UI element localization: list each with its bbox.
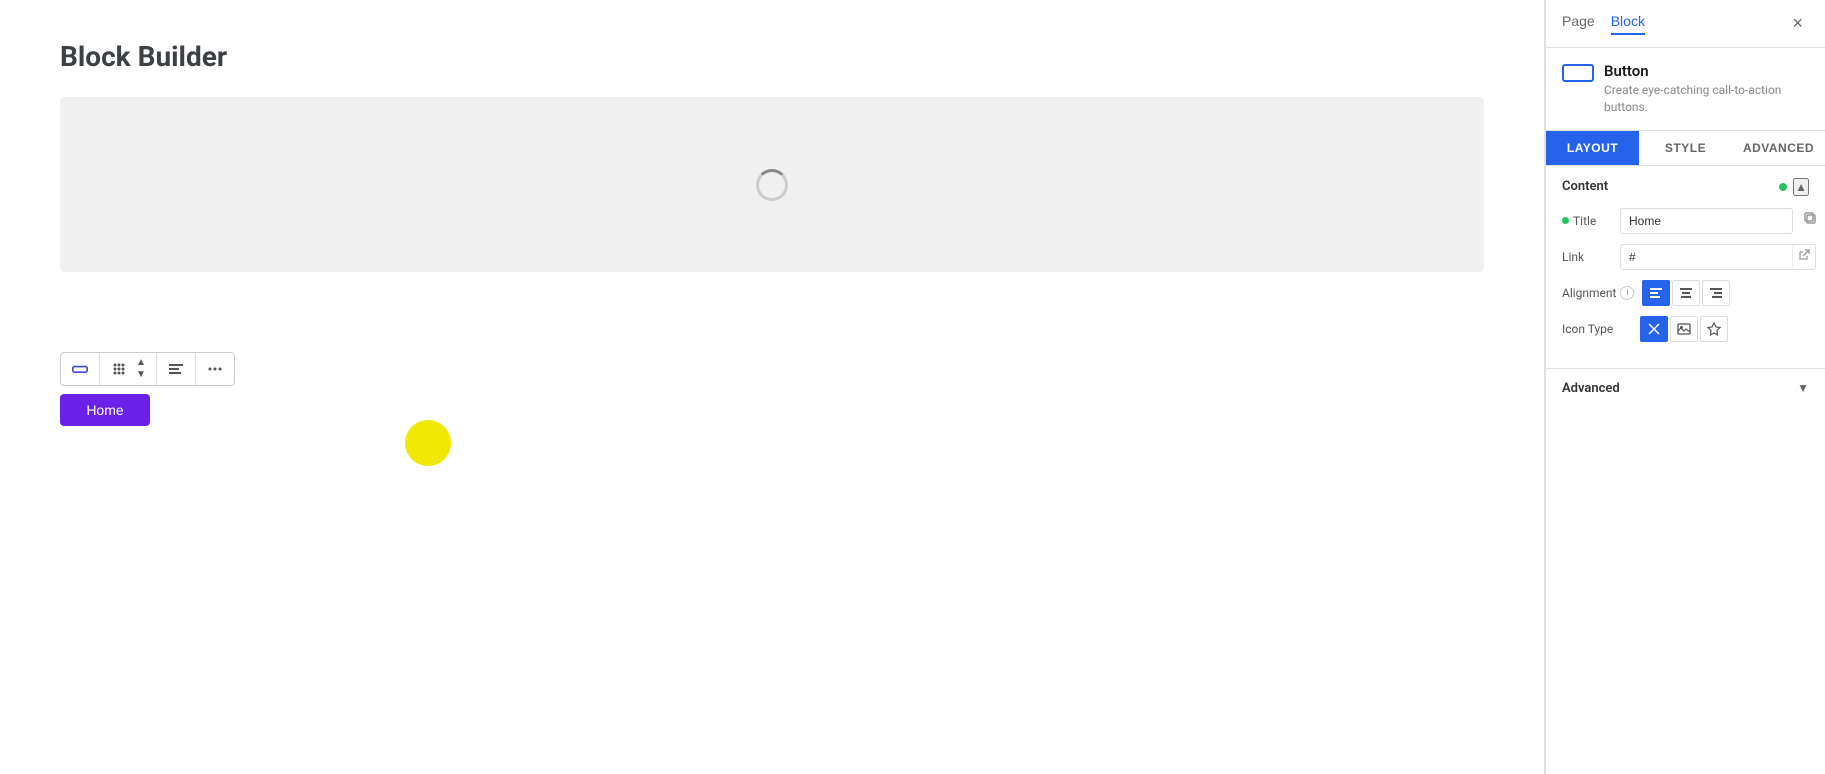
tab-block[interactable]: Block bbox=[1611, 13, 1645, 35]
more-icon bbox=[207, 361, 223, 377]
align-left-icon bbox=[1649, 286, 1663, 300]
copy-icon bbox=[1804, 212, 1818, 226]
align-left-button[interactable] bbox=[1642, 280, 1670, 306]
tab-layout[interactable]: LAYOUT bbox=[1546, 131, 1639, 165]
cursor-indicator bbox=[405, 420, 451, 466]
grid-button[interactable] bbox=[106, 357, 132, 381]
chevron-down-icon: ▼ bbox=[1797, 381, 1809, 395]
canvas-preview bbox=[60, 97, 1484, 272]
content-status-dot bbox=[1779, 183, 1787, 191]
right-panel: Page Block × Button Create eye-catching … bbox=[1545, 0, 1825, 774]
title-dot bbox=[1562, 217, 1569, 224]
settings-content: Content ▲ Title Link bbox=[1546, 166, 1825, 364]
icon-type-none-button[interactable] bbox=[1640, 316, 1668, 342]
icon-type-buttons bbox=[1640, 316, 1728, 342]
align-center-icon bbox=[1679, 286, 1693, 300]
move-down-button[interactable]: ▼ bbox=[132, 369, 150, 381]
block-type-icon bbox=[1562, 64, 1594, 82]
panel-header: Page Block × bbox=[1546, 0, 1825, 48]
button-icon bbox=[72, 361, 88, 377]
block-type-button[interactable] bbox=[67, 357, 93, 381]
close-panel-button[interactable]: × bbox=[1786, 11, 1809, 36]
external-link-icon bbox=[1798, 249, 1810, 261]
link-label: Link bbox=[1562, 250, 1612, 264]
block-toolbar: ▲ ▼ bbox=[60, 352, 235, 386]
title-copy-button[interactable] bbox=[1801, 209, 1821, 232]
block-info: Button Create eye-catching call-to-actio… bbox=[1546, 48, 1825, 131]
advanced-section: Advanced ▼ bbox=[1546, 368, 1825, 408]
tab-page[interactable]: Page bbox=[1562, 13, 1595, 35]
block-description: Create eye-catching call-to-action butto… bbox=[1604, 82, 1809, 116]
toolbar-group-align bbox=[157, 353, 196, 385]
toolbar-group-grid: ▲ ▼ bbox=[100, 353, 157, 385]
grid-icon bbox=[111, 361, 127, 377]
tab-advanced[interactable]: ADVANCED bbox=[1732, 131, 1825, 165]
title-label: Title bbox=[1562, 214, 1612, 228]
icon-type-image-button[interactable] bbox=[1670, 316, 1698, 342]
image-icon bbox=[1677, 322, 1691, 336]
section-indicators: ▲ bbox=[1779, 178, 1809, 196]
tab-style[interactable]: STYLE bbox=[1639, 131, 1732, 165]
align-right-button[interactable] bbox=[1702, 280, 1730, 306]
alignment-buttons bbox=[1642, 280, 1730, 306]
align-icon bbox=[168, 361, 184, 377]
icon-type-icon-button[interactable] bbox=[1700, 316, 1728, 342]
main-canvas: Block Builder bbox=[0, 0, 1544, 774]
block-info-text: Button Create eye-catching call-to-actio… bbox=[1604, 62, 1809, 116]
link-open-button[interactable] bbox=[1792, 246, 1815, 267]
loading-spinner bbox=[756, 169, 788, 201]
alignment-label: Alignment i bbox=[1562, 286, 1634, 300]
move-up-button[interactable]: ▲ bbox=[132, 357, 150, 369]
content-section-title: Content bbox=[1562, 179, 1608, 194]
link-input[interactable] bbox=[1621, 245, 1792, 269]
icon-type-label: Icon Type bbox=[1562, 322, 1632, 336]
link-field-row: Link bbox=[1562, 244, 1809, 270]
settings-tabs: LAYOUT STYLE ADVANCED bbox=[1546, 131, 1825, 166]
alignment-row: Alignment i bbox=[1562, 280, 1809, 306]
toolbar-group-type bbox=[61, 353, 100, 385]
align-right-icon bbox=[1709, 286, 1723, 300]
collapse-content-button[interactable]: ▲ bbox=[1793, 178, 1809, 196]
icon-type-icon bbox=[1707, 322, 1721, 336]
advanced-title: Advanced bbox=[1562, 381, 1620, 396]
more-options-button[interactable] bbox=[202, 357, 228, 381]
align-center-button[interactable] bbox=[1672, 280, 1700, 306]
advanced-header[interactable]: Advanced ▼ bbox=[1546, 369, 1825, 408]
title-field-row: Title bbox=[1562, 208, 1809, 234]
move-arrows: ▲ ▼ bbox=[132, 357, 150, 381]
page-title: Block Builder bbox=[60, 40, 1484, 73]
content-section-header: Content ▲ bbox=[1562, 178, 1809, 196]
title-input[interactable] bbox=[1620, 208, 1793, 234]
toolbar-group-more bbox=[196, 353, 234, 385]
link-input-wrap bbox=[1620, 244, 1816, 270]
panel-tabs: Page Block bbox=[1562, 13, 1645, 35]
alignment-info-icon: i bbox=[1620, 286, 1634, 300]
icon-type-row: Icon Type bbox=[1562, 316, 1809, 342]
home-button[interactable]: Home bbox=[60, 394, 150, 426]
block-name: Button bbox=[1604, 62, 1809, 80]
no-icon-icon bbox=[1647, 322, 1661, 336]
align-button[interactable] bbox=[163, 357, 189, 381]
